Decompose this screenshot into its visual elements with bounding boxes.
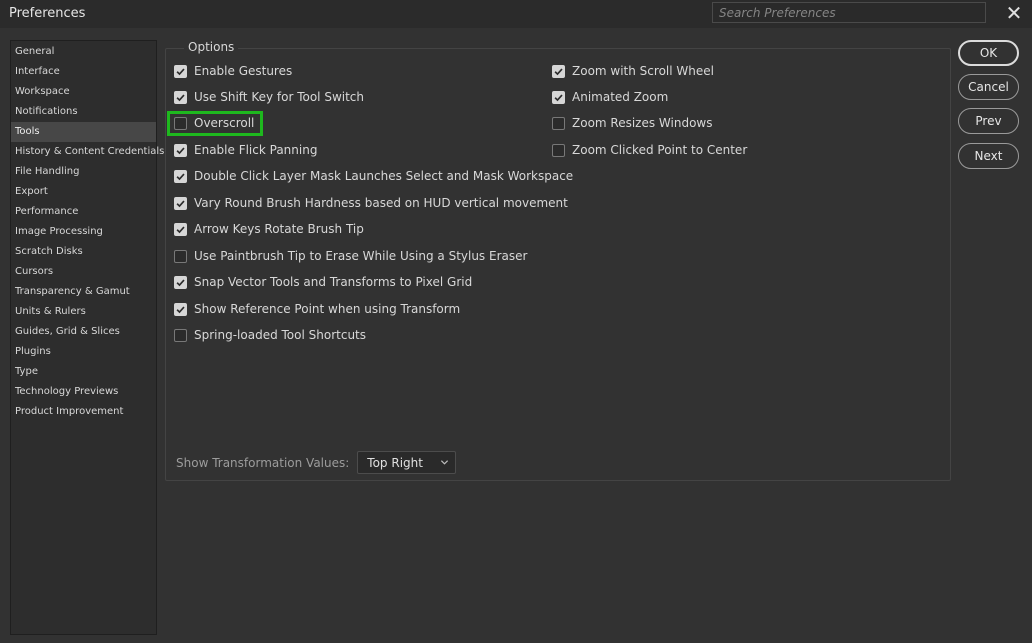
next-button[interactable]: Next bbox=[958, 143, 1019, 169]
option-label: Zoom Clicked Point to Center bbox=[572, 143, 748, 157]
option-snap-vector-tools-and-transforms-to-pixel-grid[interactable]: Snap Vector Tools and Transforms to Pixe… bbox=[174, 273, 472, 291]
checkbox[interactable] bbox=[174, 143, 187, 157]
checkbox[interactable] bbox=[174, 328, 187, 342]
option-label: Zoom Resizes Windows bbox=[572, 116, 713, 130]
sidebar-item-interface[interactable]: Interface bbox=[11, 62, 156, 82]
checkmark-icon bbox=[176, 199, 185, 207]
sidebar-item-units-rulers[interactable]: Units & Rulers bbox=[11, 302, 156, 322]
option-spring-loaded-tool-shortcuts[interactable]: Spring-loaded Tool Shortcuts bbox=[174, 326, 366, 344]
checkmark-icon bbox=[176, 305, 185, 313]
option-double-click-layer-mask-launches-select-and-mask-workspace[interactable]: Double Click Layer Mask Launches Select … bbox=[174, 167, 573, 185]
transform-values-dropdown[interactable]: Top Right bbox=[357, 451, 457, 474]
search-preferences-input[interactable] bbox=[712, 2, 986, 23]
checkbox[interactable] bbox=[552, 90, 565, 104]
option-show-reference-point-when-using-transform[interactable]: Show Reference Point when using Transfor… bbox=[174, 300, 460, 318]
window-title: Preferences bbox=[9, 6, 86, 21]
sidebar-item-history-content-credentials[interactable]: History & Content Credentials bbox=[11, 142, 164, 162]
sidebar-item-plugins[interactable]: Plugins bbox=[11, 342, 156, 362]
checkmark-icon bbox=[176, 225, 185, 233]
option-enable-gestures[interactable]: Enable Gestures bbox=[174, 62, 292, 80]
option-arrow-keys-rotate-brush-tip[interactable]: Arrow Keys Rotate Brush Tip bbox=[174, 220, 364, 238]
option-vary-round-brush-hardness-based-on-hud-vertical-movement[interactable]: Vary Round Brush Hardness based on HUD v… bbox=[174, 194, 568, 212]
checkbox[interactable] bbox=[174, 275, 187, 289]
cancel-button[interactable]: Cancel bbox=[958, 74, 1019, 100]
option-label: Snap Vector Tools and Transforms to Pixe… bbox=[194, 275, 473, 289]
close-icon[interactable]: ✕ bbox=[1003, 2, 1025, 24]
sidebar-item-notifications[interactable]: Notifications bbox=[11, 102, 156, 122]
option-enable-flick-panning[interactable]: Enable Flick Panning bbox=[174, 141, 317, 159]
option-animated-zoom[interactable]: Animated Zoom bbox=[552, 88, 668, 106]
sidebar-item-scratch-disks[interactable]: Scratch Disks bbox=[11, 242, 156, 262]
checkbox[interactable] bbox=[552, 116, 565, 130]
sidebar-item-guides-grid-slices[interactable]: Guides, Grid & Slices bbox=[11, 322, 156, 342]
checkmark-icon bbox=[176, 67, 185, 75]
option-label: Vary Round Brush Hardness based on HUD v… bbox=[194, 196, 568, 210]
option-label: Overscroll bbox=[194, 116, 255, 130]
option-use-shift-key-for-tool-switch[interactable]: Use Shift Key for Tool Switch bbox=[174, 88, 364, 106]
checkbox[interactable] bbox=[174, 116, 187, 130]
option-label: Show Reference Point when using Transfor… bbox=[194, 302, 461, 316]
option-label: Arrow Keys Rotate Brush Tip bbox=[194, 222, 364, 236]
checkmark-icon bbox=[176, 93, 185, 101]
option-label: Spring-loaded Tool Shortcuts bbox=[194, 328, 367, 342]
sidebar-item-image-processing[interactable]: Image Processing bbox=[11, 222, 156, 242]
checkbox[interactable] bbox=[552, 143, 565, 157]
option-zoom-resizes-windows[interactable]: Zoom Resizes Windows bbox=[552, 114, 713, 132]
option-zoom-clicked-point-to-center[interactable]: Zoom Clicked Point to Center bbox=[552, 141, 747, 159]
sidebar-item-export[interactable]: Export bbox=[11, 182, 156, 202]
option-label: Double Click Layer Mask Launches Select … bbox=[194, 169, 574, 183]
chevron-down-icon bbox=[441, 460, 449, 465]
option-label: Animated Zoom bbox=[572, 90, 669, 104]
checkbox[interactable] bbox=[174, 196, 187, 210]
checkbox[interactable] bbox=[552, 64, 565, 78]
sidebar-item-type[interactable]: Type bbox=[11, 362, 156, 382]
option-use-paintbrush-tip-to-erase-while-using-a-stylus-eraser[interactable]: Use Paintbrush Tip to Erase While Using … bbox=[174, 247, 527, 265]
checkbox[interactable] bbox=[174, 302, 187, 316]
sidebar-item-transparency-gamut[interactable]: Transparency & Gamut bbox=[11, 282, 156, 302]
ok-button[interactable]: OK bbox=[958, 40, 1019, 66]
checkmark-icon bbox=[176, 278, 185, 286]
option-label: Zoom with Scroll Wheel bbox=[572, 64, 714, 78]
sidebar-item-technology-previews[interactable]: Technology Previews bbox=[11, 382, 156, 402]
transform-values-selected: Top Right bbox=[367, 455, 423, 470]
checkbox[interactable] bbox=[174, 64, 187, 78]
options-group-label: Options bbox=[184, 40, 239, 54]
checkbox[interactable] bbox=[174, 222, 187, 236]
checkbox[interactable] bbox=[174, 90, 187, 104]
checkbox[interactable] bbox=[174, 249, 187, 263]
checkmark-icon bbox=[554, 67, 563, 75]
preferences-sidebar: General Interface Workspace Notifications To… bbox=[10, 40, 164, 635]
transform-values-label: Show Transformation Values: bbox=[176, 455, 350, 470]
prev-button[interactable]: Prev bbox=[958, 108, 1019, 134]
sidebar-item-product-improvement[interactable]: Product Improvement bbox=[11, 402, 156, 422]
option-zoom-with-scroll-wheel[interactable]: Zoom with Scroll Wheel bbox=[552, 62, 714, 80]
option-label: Use Shift Key for Tool Switch bbox=[194, 90, 365, 104]
sidebar-item-performance[interactable]: Performance bbox=[11, 202, 156, 222]
sidebar-item-workspace[interactable]: Workspace bbox=[11, 82, 156, 102]
title-bar: Preferences ✕ bbox=[0, 0, 1032, 28]
sidebar-item-tools[interactable]: Tools bbox=[11, 122, 156, 142]
checkmark-icon bbox=[176, 146, 185, 154]
checkmark-icon bbox=[176, 172, 185, 180]
option-label: Enable Gestures bbox=[194, 64, 293, 78]
option-label: Enable Flick Panning bbox=[194, 143, 318, 157]
option-label: Use Paintbrush Tip to Erase While Using … bbox=[194, 249, 528, 263]
checkbox[interactable] bbox=[174, 169, 187, 183]
checkmark-icon bbox=[554, 93, 563, 101]
option-overscroll[interactable]: Overscroll bbox=[174, 114, 254, 132]
sidebar-item-file-handling[interactable]: File Handling bbox=[11, 162, 156, 182]
sidebar-item-general[interactable]: General bbox=[11, 42, 156, 62]
transform-values-row: Show Transformation Values: Top Right bbox=[176, 451, 457, 474]
sidebar-item-cursors[interactable]: Cursors bbox=[11, 262, 156, 282]
